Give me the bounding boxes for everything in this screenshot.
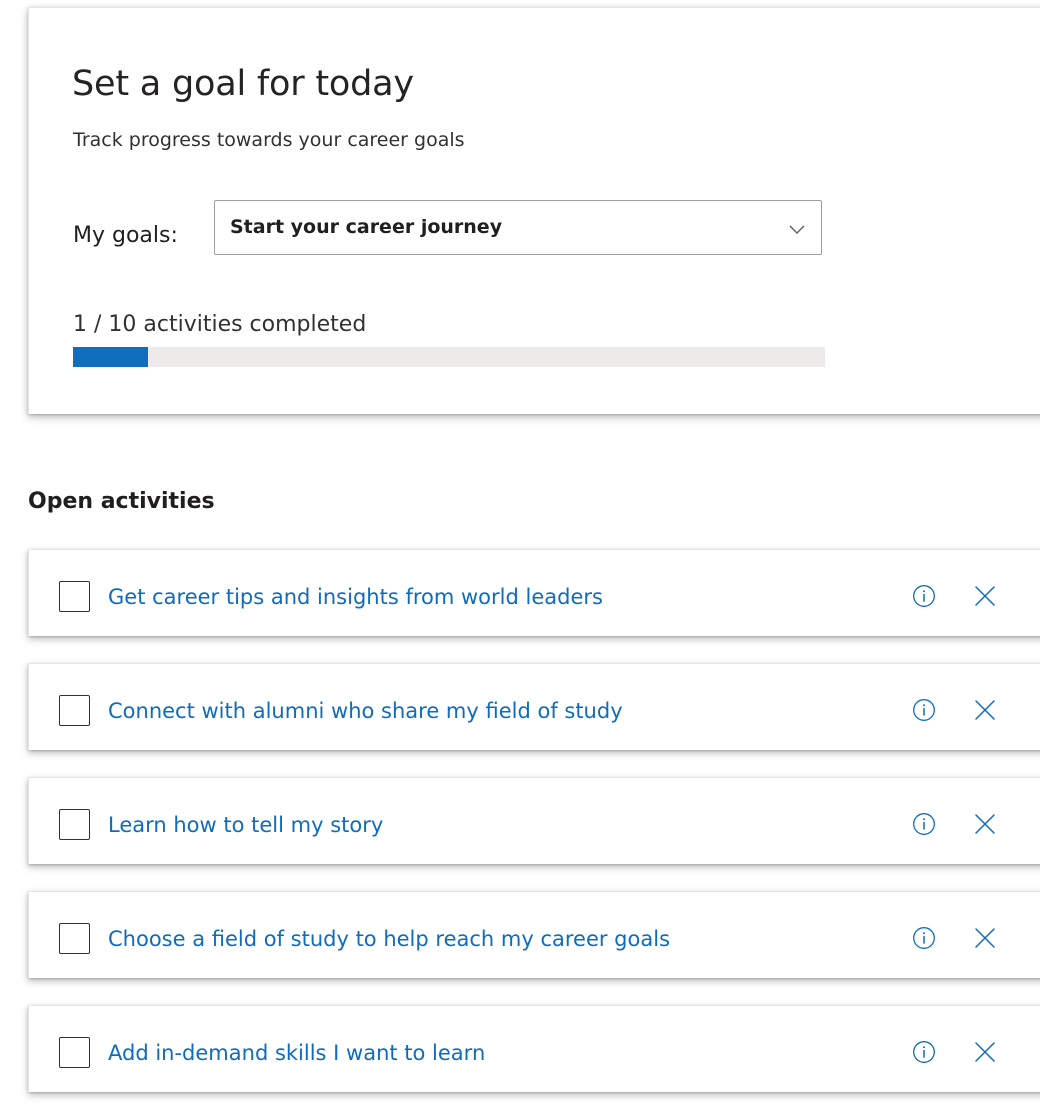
goal-subtitle: Track progress towards your career goals xyxy=(73,129,465,151)
activity-checkbox[interactable] xyxy=(59,809,90,840)
info-icon[interactable] xyxy=(912,698,936,722)
activity-checkbox[interactable] xyxy=(59,1037,90,1068)
goal-dropdown-value: Start your career journey xyxy=(230,216,503,238)
my-goals-label: My goals: xyxy=(73,223,178,248)
info-icon[interactable] xyxy=(912,926,936,950)
progress-bar xyxy=(73,347,825,367)
close-icon[interactable] xyxy=(974,813,996,835)
close-icon[interactable] xyxy=(974,1041,996,1063)
activity-link[interactable]: Choose a field of study to help reach my… xyxy=(108,925,670,953)
activity-checkbox[interactable] xyxy=(59,923,90,954)
activity-checkbox[interactable] xyxy=(59,581,90,612)
close-icon[interactable] xyxy=(974,927,996,949)
activity-link[interactable]: Learn how to tell my story xyxy=(108,811,383,839)
activity-row: Add in-demand skills I want to learn xyxy=(28,1005,1040,1092)
activity-list: Get career tips and insights from world … xyxy=(28,549,1040,1119)
info-icon[interactable] xyxy=(912,812,936,836)
activity-row: Connect with alumni who share my field o… xyxy=(28,663,1040,750)
info-icon[interactable] xyxy=(912,584,936,608)
goal-card: Set a goal for today Track progress towa… xyxy=(28,7,1040,414)
goal-dropdown[interactable]: Start your career journey xyxy=(214,200,822,255)
close-icon[interactable] xyxy=(974,585,996,607)
activity-checkbox[interactable] xyxy=(59,695,90,726)
activity-row: Choose a field of study to help reach my… xyxy=(28,891,1040,978)
progress-bar-fill xyxy=(73,347,149,367)
activity-link[interactable]: Add in-demand skills I want to learn xyxy=(108,1039,485,1067)
open-activities-heading: Open activities xyxy=(28,489,215,514)
chevron-down-icon xyxy=(789,225,805,234)
activity-link[interactable]: Get career tips and insights from world … xyxy=(108,583,603,611)
info-icon[interactable] xyxy=(912,1040,936,1064)
close-icon[interactable] xyxy=(974,699,996,721)
activity-link[interactable]: Connect with alumni who share my field o… xyxy=(108,697,623,725)
progress-text: 1 / 10 activities completed xyxy=(73,312,367,337)
goal-title: Set a goal for today xyxy=(72,64,414,104)
activity-row: Learn how to tell my story xyxy=(28,777,1040,864)
activity-row: Get career tips and insights from world … xyxy=(28,549,1040,636)
